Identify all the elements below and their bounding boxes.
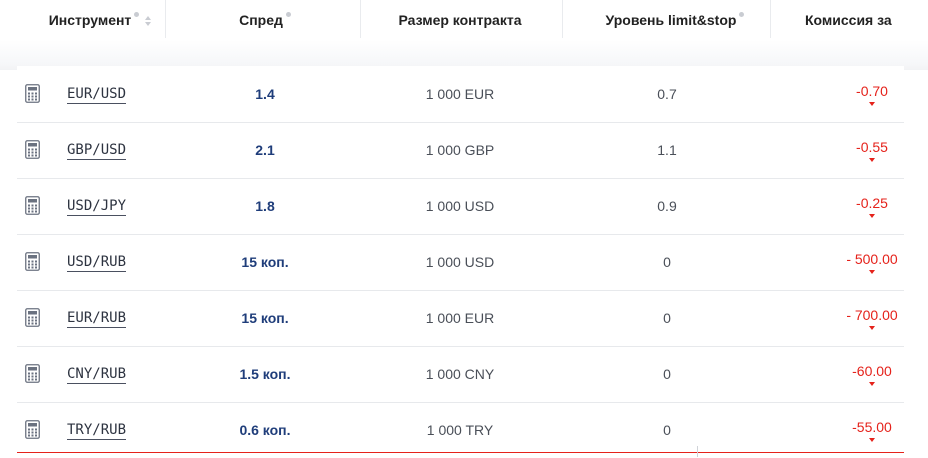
instrument-link[interactable]: CNY/RUB bbox=[67, 366, 127, 384]
calculator-icon[interactable] bbox=[25, 364, 40, 383]
column-header-commission-label: Комиссия за bbox=[805, 12, 892, 28]
limit-stop-value: 0 bbox=[663, 310, 671, 326]
limit-stop-value: 0 bbox=[663, 366, 671, 382]
caret-down-icon bbox=[869, 213, 875, 218]
limit-stop-value: 0 bbox=[663, 422, 671, 438]
calculator-icon[interactable] bbox=[25, 140, 40, 159]
commission-amount: -55.00 bbox=[852, 418, 892, 435]
instrument-link[interactable]: USD/RUB bbox=[67, 254, 127, 272]
column-header-instrument[interactable]: Инструмент bbox=[40, 0, 160, 40]
caret-down-icon bbox=[869, 437, 875, 442]
column-header-commission: Комиссия за bbox=[805, 0, 915, 40]
column-header-instrument-label: Инструмент bbox=[48, 12, 132, 28]
spread-value: 0.6 коп. bbox=[239, 422, 291, 438]
calculator-icon[interactable] bbox=[25, 196, 40, 215]
info-icon[interactable] bbox=[739, 11, 745, 17]
instruments-table: EUR/USD 1.4 1 000 EUR 0.7 -0.70 GBP/USD 2.1 1 0… bbox=[17, 66, 904, 453]
table-row: EUR/USD 1.4 1 000 EUR 0.7 -0.70 bbox=[17, 66, 904, 123]
calculator-icon[interactable] bbox=[25, 252, 40, 271]
spread-value: 15 коп. bbox=[241, 254, 289, 270]
contract-size-value: 1 000 USD bbox=[425, 254, 495, 270]
calculator-icon[interactable] bbox=[25, 84, 40, 103]
commission-amount: -60.00 bbox=[852, 362, 892, 379]
contract-size-value: 1 000 TRY bbox=[426, 422, 494, 438]
spread-value: 1.4 bbox=[255, 86, 275, 102]
table-bottom-border bbox=[17, 452, 904, 453]
calculator-icon[interactable] bbox=[25, 308, 40, 327]
contract-size-value: 1 000 EUR bbox=[425, 86, 495, 102]
commission-amount: -0.25 bbox=[856, 194, 888, 211]
instrument-link[interactable]: TRY/RUB bbox=[67, 422, 127, 440]
limit-stop-value: 0.9 bbox=[657, 198, 677, 214]
limit-stop-value: 0 bbox=[663, 254, 671, 270]
calculator-icon[interactable] bbox=[25, 420, 40, 439]
spread-value: 1.5 коп. bbox=[239, 366, 291, 382]
info-icon[interactable] bbox=[285, 11, 291, 17]
info-icon[interactable] bbox=[134, 11, 140, 17]
contract-size-value: 1 000 GBP bbox=[425, 142, 495, 158]
column-divider bbox=[165, 0, 166, 38]
column-header-contract-size-label: Размер контракта bbox=[398, 12, 522, 28]
limit-stop-value: 0.7 bbox=[657, 86, 677, 102]
table-row: EUR/RUB 15 коп. 1 000 EUR 0 - 700.00 bbox=[17, 290, 904, 347]
commission-value[interactable]: -0.25 bbox=[827, 178, 917, 234]
table-row: GBP/USD 2.1 1 000 GBP 1.1 -0.55 bbox=[17, 122, 904, 179]
commission-value[interactable]: - 700.00 bbox=[827, 290, 917, 346]
instrument-link[interactable]: GBP/USD bbox=[67, 142, 127, 160]
commission-amount: -0.55 bbox=[856, 138, 888, 155]
instrument-link[interactable]: EUR/RUB bbox=[67, 310, 127, 328]
commission-value[interactable]: -60.00 bbox=[827, 346, 917, 402]
spread-value: 1.8 bbox=[255, 198, 275, 214]
caret-down-icon bbox=[869, 269, 875, 274]
commission-amount: - 700.00 bbox=[846, 306, 898, 323]
table-row: TRY/RUB 0.6 коп. 1 000 TRY 0 -55.00 bbox=[17, 402, 904, 458]
caret-down-icon bbox=[869, 325, 875, 330]
contract-size-value: 1 000 USD bbox=[425, 198, 495, 214]
commission-amount: -0.70 bbox=[856, 82, 888, 99]
commission-value[interactable]: - 500.00 bbox=[827, 234, 917, 290]
commission-amount: - 500.00 bbox=[846, 250, 898, 267]
column-header-contract-size: Размер контракта bbox=[375, 0, 545, 40]
table-row: USD/JPY 1.8 1 000 USD 0.9 -0.25 bbox=[17, 178, 904, 235]
table-row: CNY/RUB 1.5 коп. 1 000 CNY 0 -60.00 bbox=[17, 346, 904, 403]
sort-icon[interactable] bbox=[145, 16, 152, 26]
column-divider bbox=[360, 0, 361, 38]
column-divider bbox=[562, 0, 563, 38]
commission-value[interactable]: -0.55 bbox=[827, 122, 917, 178]
caret-down-icon bbox=[869, 157, 875, 162]
instrument-link[interactable]: USD/JPY bbox=[67, 198, 127, 216]
commission-value[interactable]: -0.70 bbox=[827, 66, 917, 122]
scroll-marker bbox=[697, 446, 698, 457]
instrument-link[interactable]: EUR/USD bbox=[67, 86, 127, 104]
table-row: USD/RUB 15 коп. 1 000 USD 0 - 500.00 bbox=[17, 234, 904, 291]
commission-value[interactable]: -55.00 bbox=[827, 402, 917, 458]
spread-value: 15 коп. bbox=[241, 310, 289, 326]
table-header: Инструмент Спред Размер контракта Уровен… bbox=[0, 0, 928, 40]
column-divider bbox=[770, 0, 771, 38]
spread-value: 2.1 bbox=[255, 142, 275, 158]
column-header-limit-stop[interactable]: Уровень limit&stop bbox=[590, 0, 760, 40]
caret-down-icon bbox=[869, 381, 875, 386]
column-header-spread-label: Спред bbox=[239, 12, 283, 28]
column-header-limit-stop-label: Уровень limit&stop bbox=[605, 12, 737, 28]
contract-size-value: 1 000 EUR bbox=[425, 310, 495, 326]
column-header-spread[interactable]: Спред bbox=[215, 0, 315, 40]
contract-size-value: 1 000 CNY bbox=[425, 366, 495, 382]
limit-stop-value: 1.1 bbox=[657, 142, 677, 158]
caret-down-icon bbox=[869, 101, 875, 106]
